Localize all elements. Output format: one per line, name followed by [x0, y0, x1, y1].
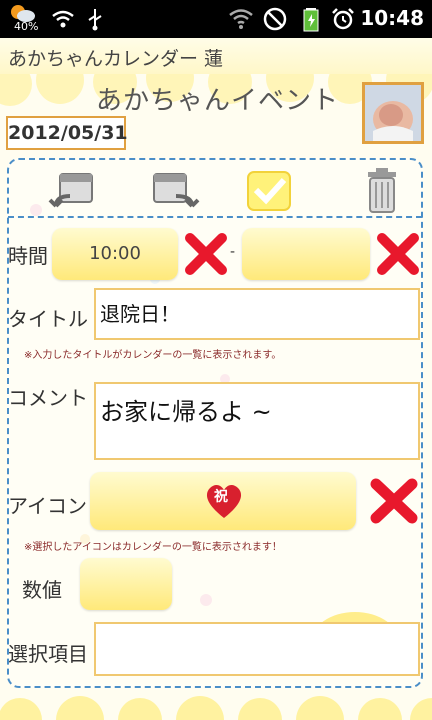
wifi-icon [52, 10, 74, 28]
clear-x-icon[interactable] [184, 232, 228, 276]
number-label: 数値 [22, 578, 62, 602]
title-note: ※入力したタイトルがカレンダーの一覧に表示されます。 [24, 350, 282, 361]
choice-label: 選択項目 [8, 642, 88, 666]
prev-event-icon[interactable] [46, 166, 98, 214]
battery-icon [303, 8, 319, 32]
baby-photo[interactable] [362, 82, 424, 144]
app-bar: あかちゃんカレンダー 蓮 [0, 38, 432, 74]
title-input[interactable]: 退院日！ [94, 288, 420, 340]
icon-label: アイコン [8, 494, 87, 518]
toolbar-divider [8, 216, 422, 218]
comment-input[interactable]: お家に帰るよ ~ [94, 382, 420, 460]
number-button[interactable] [80, 558, 172, 610]
baby-photo-image [365, 85, 421, 141]
time-start-button[interactable]: 10:00 [52, 228, 178, 280]
page-title: あかちゃんイベント [96, 86, 340, 116]
title-label: タイトル [8, 307, 88, 331]
icon-select-button[interactable]: 祝 [90, 472, 356, 530]
cloud-border [0, 696, 432, 720]
no-signal-icon [263, 7, 287, 31]
clear-x-icon[interactable] [376, 232, 420, 276]
clear-x-icon[interactable] [368, 478, 420, 524]
alarm-icon [332, 8, 354, 30]
icon-note: ※選択したアイコンはカレンダーの一覧に表示されます！ [24, 542, 282, 553]
icon-glyph: 祝 [214, 489, 228, 505]
time-label: 時間 [8, 244, 48, 268]
time-end-button[interactable] [242, 228, 370, 280]
usb-icon [88, 9, 102, 31]
comment-label: コメント [8, 386, 88, 410]
battery-percent-text: 40% [14, 20, 39, 33]
clock-text: 10:48 [360, 6, 424, 30]
event-date[interactable]: 2012/05/31 [6, 116, 128, 150]
choice-input[interactable] [94, 622, 420, 676]
wifi-icon [229, 9, 253, 29]
app-title: あかちゃんカレンダー 蓮 [8, 48, 224, 70]
confirm-check-icon[interactable] [244, 166, 296, 214]
time-separator: - [230, 244, 236, 260]
status-bar: 40% 10:48 [0, 0, 432, 38]
trash-icon[interactable] [356, 166, 408, 214]
next-event-icon[interactable] [150, 166, 202, 214]
